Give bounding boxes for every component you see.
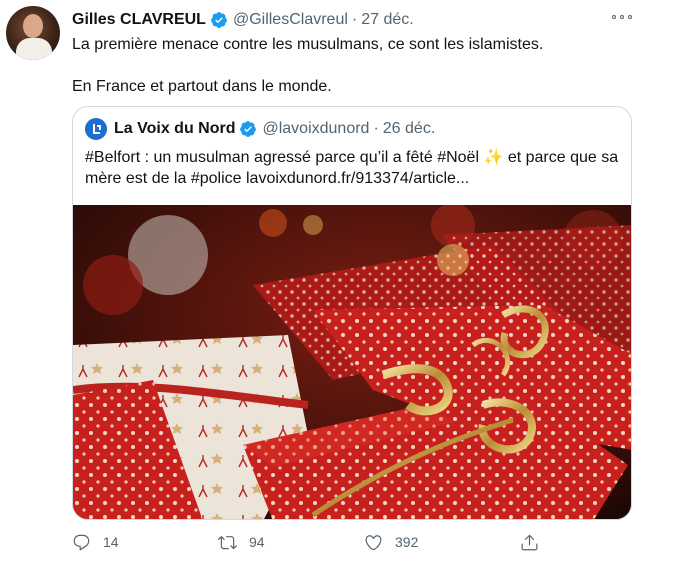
separator-dot: · (373, 120, 379, 137)
heart-icon (365, 534, 382, 550)
lvdn-logo-icon (92, 123, 101, 134)
more-dot (628, 15, 632, 19)
tweet-header: Gilles CLAVREUL @GillesClavreul · 27 déc… (72, 9, 414, 31)
quoted-author-handle[interactable]: @lavoixdunord (262, 120, 369, 138)
tweet-date[interactable]: 27 déc. (361, 11, 413, 29)
tweet-card[interactable]: Gilles CLAVREUL @GillesClavreul · 27 déc… (0, 0, 680, 562)
hashtag-belfort[interactable]: #Belfort (85, 149, 140, 166)
reply-icon (73, 534, 90, 550)
christmas-gifts-photo (73, 205, 631, 519)
avatar-face (23, 14, 43, 38)
verified-badge-icon (240, 121, 257, 137)
share-button[interactable] (520, 530, 551, 554)
quoted-text-part: : un musulman agressé parce qu’il a fêté (140, 149, 438, 166)
author-name[interactable]: Gilles CLAVREUL (72, 11, 206, 29)
quoted-date[interactable]: 26 déc. (383, 120, 435, 138)
tweet-text-line: La première menace contre les musulmans,… (72, 36, 544, 53)
retweet-button[interactable]: 94 (218, 530, 265, 554)
verified-badge-icon (211, 12, 227, 28)
more-options-icon[interactable] (612, 12, 632, 22)
more-dot (620, 15, 624, 19)
quoted-text: #Belfort : un musulman agressé parce qu’… (85, 147, 620, 189)
quoted-avatar-logo-icon[interactable] (85, 118, 107, 140)
retweet-count: 94 (249, 534, 265, 550)
tweet-text-line: En France et partout dans le monde. (72, 78, 332, 95)
quoted-author-name[interactable]: La Voix du Nord (114, 120, 235, 138)
reply-button[interactable]: 14 (72, 530, 119, 554)
hashtag-noel[interactable]: #Noël (437, 149, 479, 166)
tweet-text: La première menace contre les musulmans,… (72, 34, 652, 97)
author-avatar[interactable] (6, 6, 60, 60)
reply-count: 14 (103, 534, 119, 550)
more-dot (612, 15, 616, 19)
article-link[interactable]: lavoixdunord.fr/913374/article... (246, 170, 469, 187)
sparkles-emoji-icon: ✨ (483, 149, 504, 166)
avatar-shirt (16, 38, 52, 60)
quoted-media-image[interactable] (73, 205, 631, 519)
share-icon (521, 534, 538, 550)
like-count: 392 (395, 534, 419, 550)
retweet-icon (218, 535, 237, 549)
action-bar: 14 94 392 (72, 530, 552, 554)
author-handle[interactable]: @GillesClavreul (233, 11, 348, 29)
separator-dot: · (351, 11, 358, 28)
like-button[interactable]: 392 (364, 530, 418, 554)
quoted-header: La Voix du Nord @lavoixdunord · 26 déc. (85, 118, 435, 140)
quoted-tweet[interactable]: La Voix du Nord @lavoixdunord · 26 déc. … (72, 106, 632, 520)
hashtag-police[interactable]: #police (191, 170, 242, 187)
